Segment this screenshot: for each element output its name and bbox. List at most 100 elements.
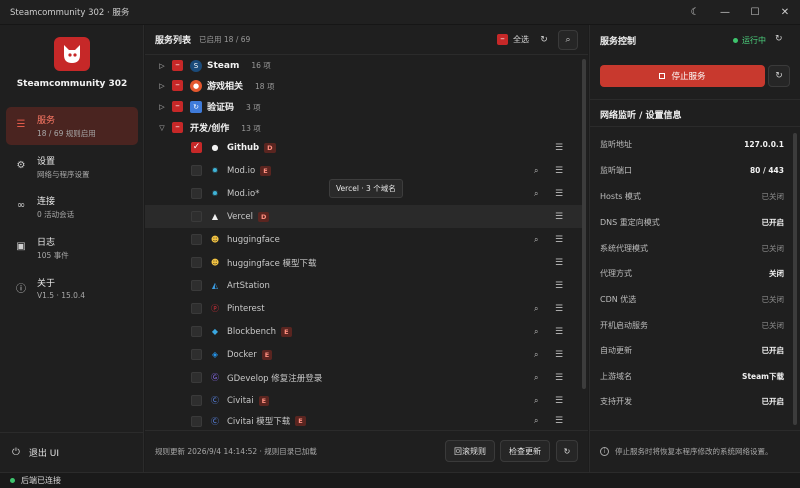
server-icon: ☰: [16, 118, 26, 130]
list-icon[interactable]: ☰: [555, 350, 563, 360]
service-row-huggingface-models[interactable]: ☻ huggingface 模型下载 ☰: [145, 251, 582, 274]
service-row-civitai-models[interactable]: Ⓒ Civitai 模型下载 E ⌕ ☰: [145, 412, 582, 430]
group-checkbox[interactable]: –: [172, 122, 183, 133]
info-value: 关闭: [769, 268, 784, 278]
info-row: 代理方式 关闭: [600, 260, 784, 286]
service-row-civitai[interactable]: Ⓒ Civitai E ⌕ ☰: [145, 389, 582, 412]
group-checkbox[interactable]: –: [172, 80, 183, 91]
stop-service-button[interactable]: 停止服务: [600, 65, 765, 87]
blockbench-icon: ◆: [211, 327, 219, 336]
service-checkbox[interactable]: [191, 326, 202, 337]
sidebar-item-settings[interactable]: ⚙ 设置 网络与程序设置: [6, 148, 138, 186]
service-checkbox[interactable]: [191, 415, 202, 427]
service-row-huggingface[interactable]: ☻ huggingface ⌕ ☰: [145, 228, 582, 251]
search-icon[interactable]: ⌕: [534, 327, 538, 337]
service-row-artstation[interactable]: ◭ ArtStation ☰: [145, 274, 582, 297]
sidebar-item-about[interactable]: ⓘ 关于 V1.5 · 15.0.4: [6, 270, 138, 308]
expand-icon[interactable]: ▷: [158, 82, 166, 90]
civitai-icon: Ⓒ: [211, 396, 219, 405]
list-icon[interactable]: ☰: [555, 416, 563, 426]
service-row-docker[interactable]: ◈ Docker E ⌕ ☰: [145, 343, 582, 366]
group-checkbox[interactable]: –: [172, 60, 183, 71]
group-checkbox[interactable]: –: [172, 101, 183, 112]
info-scrollbar[interactable]: [793, 133, 797, 425]
refresh-rules-button[interactable]: ↻: [556, 440, 578, 462]
list-icon[interactable]: ☰: [555, 304, 563, 314]
refresh-icon[interactable]: ↻: [537, 33, 551, 47]
maximize-icon[interactable]: ☐: [740, 0, 770, 25]
list-icon[interactable]: ☰: [555, 235, 563, 245]
group-row-games[interactable]: ▷ – ● 游戏相关 18 项: [145, 74, 582, 97]
captcha-icon: ↻: [190, 100, 202, 113]
search-icon[interactable]: ⌕: [534, 416, 538, 426]
service-checkbox[interactable]: ✓: [191, 142, 202, 153]
service-checkbox[interactable]: [191, 303, 202, 314]
service-row-github[interactable]: ✓ ● Github D ☰: [145, 136, 582, 159]
refresh-icon[interactable]: ↻: [775, 34, 783, 44]
list-icon[interactable]: ☰: [555, 281, 563, 291]
service-checkbox[interactable]: [191, 234, 202, 245]
info-row: 上游域名 Steam下载: [600, 363, 784, 389]
list-icon[interactable]: ☰: [555, 212, 563, 222]
services-header: 服务列表 已启用 18 / 69 – 全选 ↻ ⌕: [145, 25, 588, 55]
service-name: Civitai 模型下载: [227, 417, 291, 427]
group-name: 验证码: [207, 103, 235, 113]
services-count: 已启用 18 / 69: [199, 35, 251, 44]
search-icon[interactable]: ⌕: [534, 350, 538, 360]
service-checkbox[interactable]: [191, 349, 202, 360]
collapse-icon[interactable]: ▽: [158, 124, 166, 132]
expand-icon[interactable]: ▷: [158, 103, 166, 111]
list-icon[interactable]: ☰: [555, 166, 563, 176]
search-button[interactable]: ⌕: [558, 30, 578, 50]
service-checkbox[interactable]: [191, 280, 202, 291]
minimize-icon[interactable]: —: [710, 0, 740, 25]
group-count: 16 项: [251, 61, 271, 70]
sidebar-item-connections[interactable]: ∞ 连接 0 活动会话: [6, 188, 138, 226]
group-name: 游戏相关: [207, 82, 244, 92]
close-icon[interactable]: ✕: [770, 0, 800, 25]
service-name: Vercel: [227, 211, 253, 222]
services-scrollbar[interactable]: [582, 59, 586, 389]
info-value: 127.0.0.1: [744, 139, 784, 149]
service-name: Github: [227, 142, 260, 153]
list-icon[interactable]: ☰: [555, 373, 563, 383]
sidebar-item-services[interactable]: ☰ 服务 18 / 69 规则启用: [6, 107, 138, 145]
service-checkbox[interactable]: [191, 257, 202, 268]
service-checkbox[interactable]: [191, 372, 202, 383]
service-row-vercel[interactable]: ▲ Vercel D ☰: [145, 205, 582, 228]
list-icon[interactable]: ☰: [555, 143, 563, 153]
service-checkbox[interactable]: [191, 165, 202, 176]
service-row-gdevelop[interactable]: Ⓖ GDevelop 修复注册登录 ⌕ ☰: [145, 366, 582, 389]
theme-moon-icon[interactable]: ☾: [680, 0, 710, 25]
expand-icon[interactable]: ▷: [158, 62, 166, 70]
search-icon[interactable]: ⌕: [534, 373, 538, 383]
sidebar-item-label: 设置: [37, 157, 56, 167]
select-all-toggle[interactable]: – 全选: [497, 34, 529, 45]
service-checkbox[interactable]: [191, 188, 202, 199]
list-icon[interactable]: ☰: [555, 396, 563, 406]
search-icon[interactable]: ⌕: [534, 304, 538, 314]
list-icon[interactable]: ☰: [555, 327, 563, 337]
info-key: 上游域名: [600, 371, 632, 381]
service-row-blockbench[interactable]: ◆ Blockbench E ⌕ ☰: [145, 320, 582, 343]
service-checkbox[interactable]: [191, 211, 202, 222]
info-value: Steam下载: [742, 371, 784, 381]
vercel-triangle-icon: ▲: [211, 212, 219, 221]
exit-ui-button[interactable]: ⏻ 退出 UI: [0, 432, 144, 472]
search-icon[interactable]: ⌕: [534, 189, 538, 199]
list-icon[interactable]: ☰: [555, 189, 563, 199]
check-update-button[interactable]: 检查更新: [500, 440, 550, 462]
search-icon[interactable]: ⌕: [534, 235, 538, 245]
service-checkbox[interactable]: [191, 395, 202, 406]
select-all-checkbox[interactable]: –: [497, 34, 508, 45]
list-icon[interactable]: ☰: [555, 258, 563, 268]
info-value: 已关闭: [761, 191, 785, 201]
sidebar-item-logs[interactable]: ▣ 日志 105 事件: [6, 229, 138, 267]
service-name: huggingface: [227, 234, 280, 245]
group-row-captcha[interactable]: ▷ – ↻ 验证码 3 项: [145, 95, 582, 118]
service-row-pinterest[interactable]: ⓟ Pinterest ⌕ ☰: [145, 297, 582, 320]
search-icon[interactable]: ⌕: [534, 166, 538, 176]
rollback-rules-button[interactable]: 回滚规则: [445, 440, 495, 462]
search-icon[interactable]: ⌕: [534, 396, 538, 406]
restart-service-button[interactable]: ↻: [768, 65, 790, 87]
